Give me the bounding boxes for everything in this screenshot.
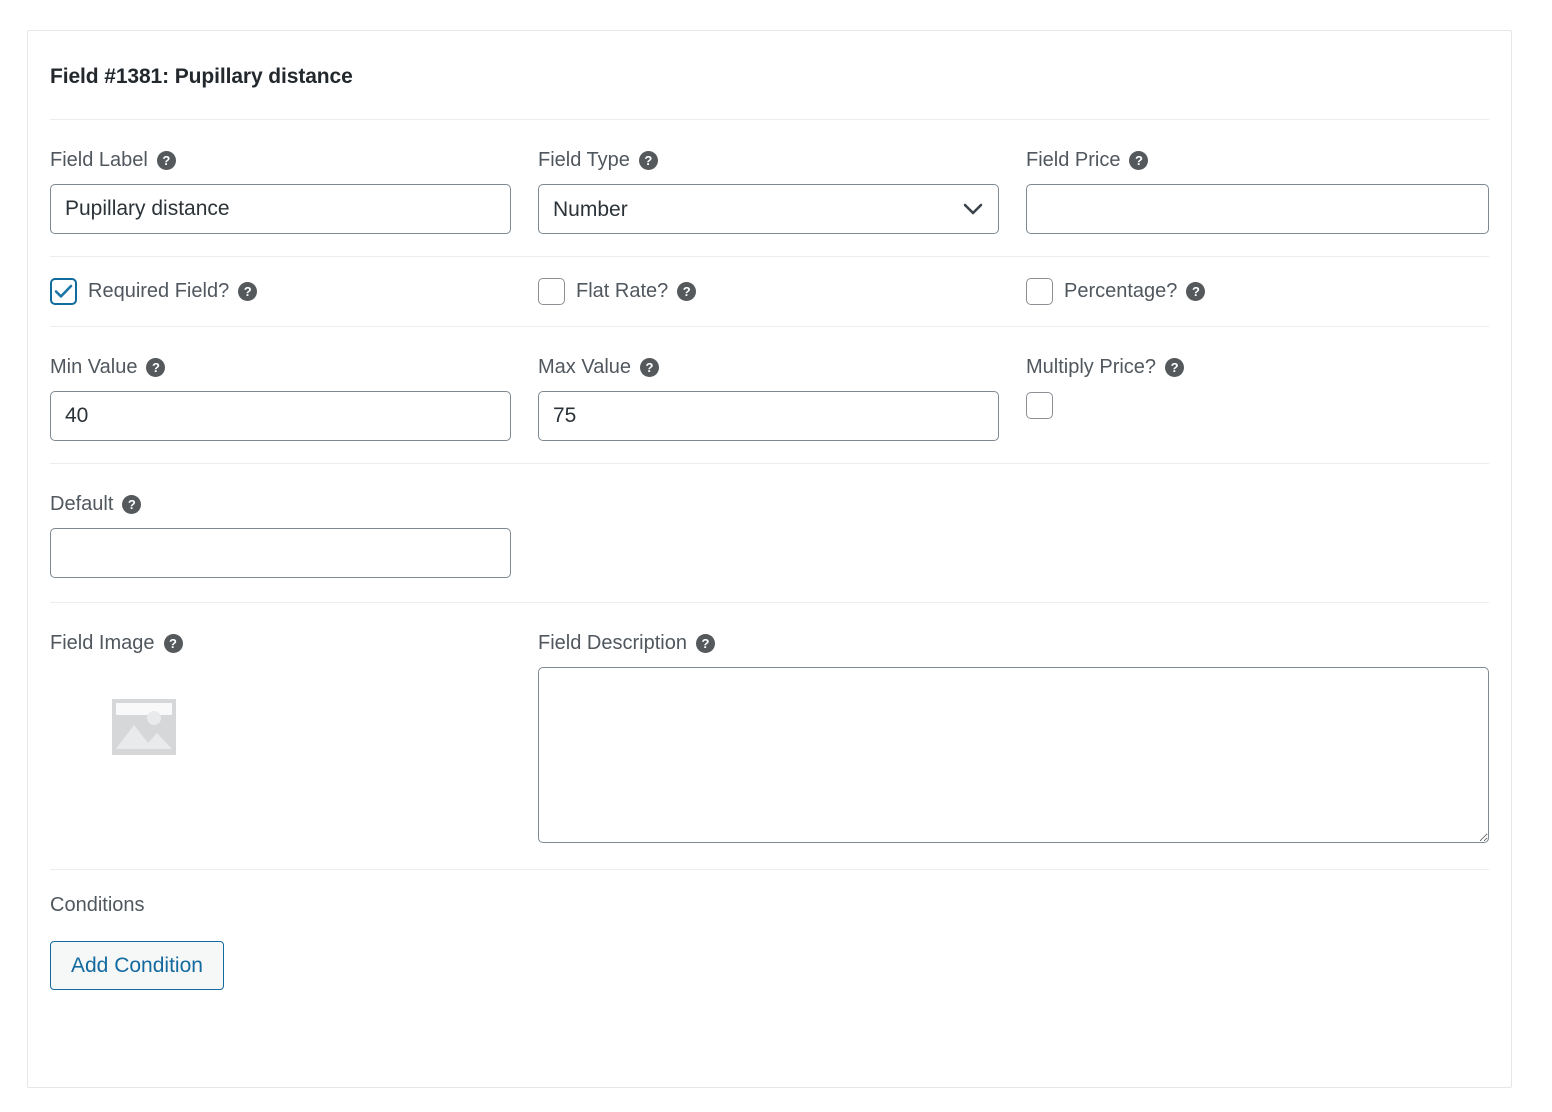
percentage-label[interactable]: Percentage? — [1064, 280, 1177, 303]
help-icon[interactable]: ? — [122, 494, 142, 514]
required-field-label[interactable]: Required Field? — [88, 280, 229, 303]
max-value-group: Max Value ? — [538, 355, 1026, 441]
min-value-input[interactable] — [50, 391, 511, 441]
help-icon[interactable]: ? — [695, 633, 715, 653]
default-label-text: Default — [50, 493, 114, 515]
max-value-input[interactable] — [538, 391, 999, 441]
field-description-label: Field Description ? — [538, 631, 1489, 655]
required-field-checkbox[interactable] — [50, 278, 77, 305]
field-type-label-text: Field Type — [538, 149, 630, 171]
field-price-group: Field Price ? — [1026, 148, 1489, 234]
row-checkboxes: Required Field? ? Flat Rate? ? Percentag… — [50, 257, 1489, 326]
field-type-label: Field Type ? — [538, 148, 1026, 172]
field-label-group: Field Label ? — [50, 148, 538, 234]
min-value-label-text: Min Value — [50, 356, 138, 378]
page-title: Field #1381: Pupillary distance — [50, 65, 353, 88]
flat-rate-group: Flat Rate? ? — [538, 278, 1026, 305]
min-value-label: Min Value ? — [50, 355, 538, 379]
max-value-label-text: Max Value — [538, 356, 632, 378]
field-price-label-text: Field Price — [1026, 149, 1121, 171]
field-label-label: Field Label ? — [50, 148, 538, 172]
add-condition-button[interactable]: Add Condition — [50, 941, 224, 991]
required-field-group: Required Field? ? — [50, 278, 538, 305]
percentage-group: Percentage? ? — [1026, 278, 1489, 305]
row-min-max-multiply: Min Value ? Max Value ? Multiply Price? — [50, 327, 1489, 463]
row-label-type-price: Field Label ? Field Type ? Number — [50, 120, 1489, 256]
default-group: Default ? — [50, 492, 538, 578]
percentage-checkbox[interactable] — [1026, 278, 1053, 305]
help-icon[interactable]: ? — [238, 282, 258, 301]
image-placeholder-icon[interactable] — [110, 693, 178, 761]
help-icon[interactable]: ? — [156, 150, 176, 170]
field-label-label-text: Field Label — [50, 149, 148, 171]
help-icon[interactable]: ? — [638, 150, 658, 170]
help-icon[interactable]: ? — [640, 357, 660, 377]
field-image-label: Field Image ? — [50, 631, 538, 655]
help-icon[interactable]: ? — [1186, 282, 1206, 301]
default-input[interactable] — [50, 528, 511, 578]
help-icon[interactable]: ? — [1165, 357, 1185, 377]
flat-rate-checkbox[interactable] — [538, 278, 565, 305]
multiply-price-group: Multiply Price? ? — [1026, 355, 1489, 424]
multiply-price-label-text: Multiply Price? — [1026, 356, 1157, 378]
page-root: Field #1381: Pupillary distance Field La… — [0, 0, 1552, 1112]
field-type-group: Field Type ? Number — [538, 148, 1026, 234]
field-image-group: Field Image ? — [50, 631, 538, 766]
check-icon — [54, 284, 73, 298]
card-inner: Field #1381: Pupillary distance Field La… — [28, 31, 1511, 991]
conditions-section: Conditions Add Condition — [50, 870, 1489, 991]
multiply-price-label: Multiply Price? ? — [1026, 355, 1489, 379]
field-settings-card: Field #1381: Pupillary distance Field La… — [27, 30, 1512, 1088]
min-value-group: Min Value ? — [50, 355, 538, 441]
field-description-label-text: Field Description — [538, 632, 687, 654]
row-image-description: Field Image ? Field Description ? — [50, 603, 1489, 869]
conditions-label: Conditions — [50, 894, 145, 916]
field-price-input[interactable] — [1026, 184, 1489, 234]
help-icon[interactable]: ? — [146, 357, 166, 377]
help-icon[interactable]: ? — [677, 282, 697, 301]
multiply-price-checkbox[interactable] — [1026, 392, 1053, 419]
field-type-select[interactable]: Number — [538, 184, 999, 234]
field-image-thumb-wrap — [110, 693, 538, 766]
help-icon[interactable]: ? — [1129, 150, 1149, 170]
field-label-input[interactable] — [50, 184, 511, 234]
default-label: Default ? — [50, 492, 538, 516]
field-price-label: Field Price ? — [1026, 148, 1489, 172]
field-image-label-text: Field Image — [50, 632, 155, 654]
help-icon[interactable]: ? — [163, 633, 183, 653]
row-default: Default ? — [50, 464, 1489, 602]
flat-rate-label[interactable]: Flat Rate? — [576, 280, 668, 303]
field-description-textarea[interactable] — [538, 667, 1489, 843]
max-value-label: Max Value ? — [538, 355, 1026, 379]
field-description-group: Field Description ? — [538, 631, 1489, 843]
field-type-select-wrap: Number — [538, 184, 999, 234]
